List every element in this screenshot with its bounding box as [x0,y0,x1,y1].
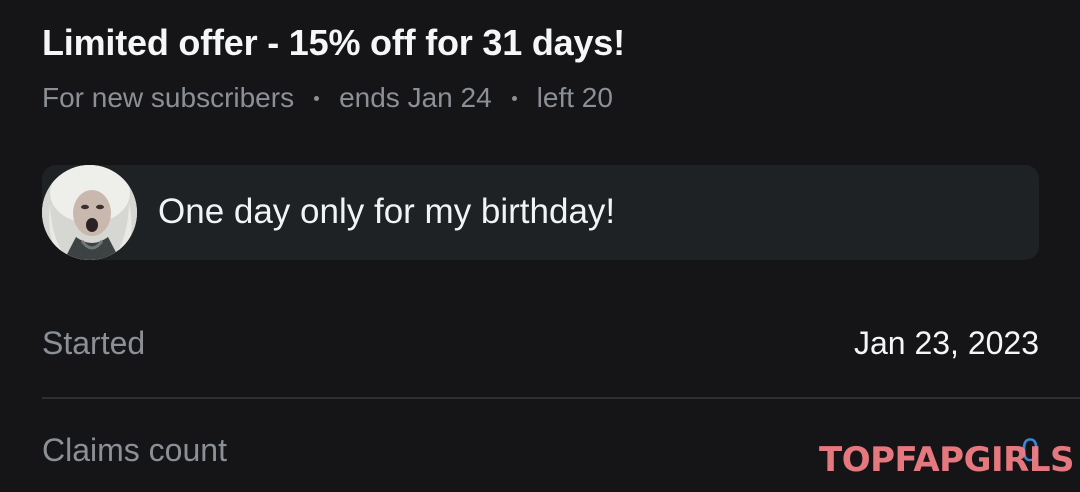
offer-end-date: ends Jan 24 [339,82,492,113]
offer-title: Limited offer - 15% off for 31 days! [42,22,625,63]
offer-message-bubble: One day only for my birthday! [42,165,1039,260]
claims-count-label: Claims count [42,432,227,468]
offer-audience: For new subscribers [42,82,295,113]
avatar[interactable] [42,165,137,260]
started-row: Started Jan 23, 2023 [42,325,1039,385]
offer-meta: For new subscribers ends Jan 24 left 20 [42,82,613,114]
started-label: Started [42,325,146,361]
watermark-logo: TOPFAPGIRLS [819,440,1074,480]
started-value: Jan 23, 2023 [853,325,1039,361]
separator-dot-icon [511,95,517,101]
offer-remaining: left 20 [536,82,613,113]
offer-message-text: One day only for my birthday! [158,192,616,231]
separator-dot-icon [314,95,320,101]
divider [42,397,1080,399]
